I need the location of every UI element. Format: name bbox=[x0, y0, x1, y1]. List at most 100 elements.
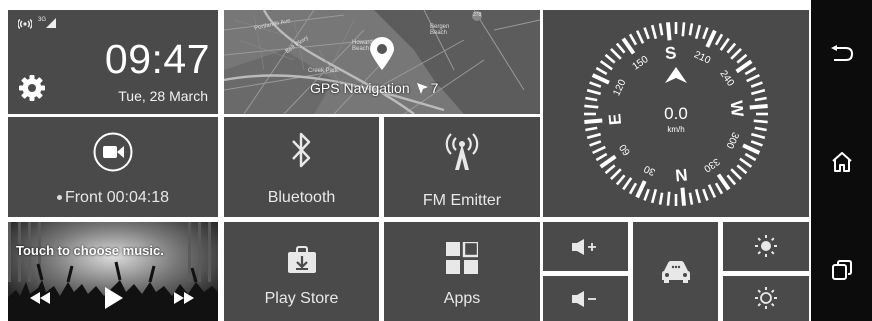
compass-tick bbox=[666, 191, 671, 206]
video-camera-icon bbox=[93, 132, 133, 172]
compass-tick bbox=[702, 188, 709, 201]
back-button[interactable] bbox=[811, 34, 872, 74]
volume-up-icon bbox=[572, 239, 596, 255]
previous-track-icon[interactable] bbox=[30, 292, 50, 304]
compass-tick bbox=[744, 152, 757, 162]
dash-camera-tile[interactable]: Front 00:04:18 bbox=[8, 117, 218, 217]
camera-status-label: Front 00:04:18 bbox=[64, 189, 170, 206]
map-label: 278 bbox=[473, 12, 482, 18]
map-label: Creek Park bbox=[308, 68, 339, 74]
vehicle-button[interactable] bbox=[633, 222, 718, 321]
fm-emitter-tile[interactable]: FM Emitter bbox=[384, 117, 540, 217]
camera-label-row: Front 00:04:18 bbox=[8, 189, 218, 207]
compass-cardinal-label: S bbox=[664, 43, 677, 63]
next-track-icon[interactable] bbox=[174, 292, 194, 304]
gps-label-row: GPS Navigation 7 bbox=[310, 80, 438, 96]
back-arrow-icon bbox=[830, 45, 853, 61]
compass-tick bbox=[650, 24, 658, 39]
compass-tick bbox=[730, 168, 742, 180]
volume-up-button[interactable] bbox=[543, 222, 628, 271]
compass-tick bbox=[702, 27, 709, 40]
compass-tick bbox=[665, 22, 672, 41]
compass-tick bbox=[592, 145, 606, 155]
settings-gear-icon[interactable] bbox=[18, 74, 46, 102]
play-icon[interactable] bbox=[105, 287, 123, 309]
brightness-up-button[interactable] bbox=[723, 222, 809, 271]
clock-time: 09:47 bbox=[104, 36, 210, 82]
compass-tick bbox=[730, 48, 742, 60]
compass-tick bbox=[586, 132, 601, 140]
compass-tick bbox=[604, 164, 616, 175]
apps-label: Apps bbox=[443, 290, 481, 307]
compass-tick bbox=[589, 81, 602, 88]
compass-tick bbox=[680, 187, 687, 206]
compass-tick bbox=[586, 88, 601, 96]
compass-tick bbox=[622, 177, 633, 191]
signal-status: 3G bbox=[18, 17, 57, 29]
compass-degree-label: 210 bbox=[692, 49, 712, 66]
compass-tick bbox=[589, 140, 602, 147]
volume-down-button[interactable] bbox=[543, 276, 628, 321]
clock-tile[interactable]: 3G 09:47 Tue, 28 March bbox=[8, 10, 218, 114]
compass-tick bbox=[714, 182, 724, 195]
compass-tick bbox=[688, 23, 694, 36]
compass-degree-label: 330 bbox=[701, 155, 721, 174]
speed-value: 0.0 bbox=[664, 104, 688, 123]
compass-tick bbox=[714, 33, 724, 46]
compass-tick bbox=[650, 189, 658, 204]
brightness-low-icon bbox=[755, 287, 777, 309]
compass-tick bbox=[615, 42, 626, 54]
compass-tick bbox=[705, 29, 717, 48]
bluetooth-tile[interactable]: Bluetooth bbox=[224, 117, 379, 217]
compass-tick bbox=[694, 189, 702, 204]
compass-tick bbox=[610, 48, 622, 60]
compass-tick bbox=[742, 143, 761, 155]
compass-tick bbox=[751, 132, 766, 140]
home-button[interactable] bbox=[811, 142, 872, 182]
play-store-tile[interactable]: Play Store bbox=[224, 222, 379, 321]
gps-navigation-tile[interactable]: Portlands Ave Howard Beach Bergen Beach … bbox=[224, 10, 540, 114]
music-player-tile[interactable]: Touch to choose music. bbox=[8, 222, 218, 321]
compass-tick bbox=[585, 96, 598, 102]
compass-tick bbox=[726, 42, 737, 54]
navigation-arrow-icon bbox=[416, 82, 428, 94]
compass-tick bbox=[751, 88, 766, 96]
compass-tick bbox=[707, 184, 717, 198]
location-pin-icon bbox=[370, 37, 394, 70]
compass-tick bbox=[750, 81, 763, 88]
compass-tick bbox=[643, 27, 650, 40]
signal-type: 3G bbox=[38, 17, 47, 23]
speed-unit: km/h bbox=[667, 125, 685, 134]
compass-speedometer-tile[interactable]: 210 240 300 330 30 60 120 150 S W N E 0.0 km/h bbox=[543, 10, 809, 217]
brightness-high-icon bbox=[755, 235, 777, 257]
hotspot-icon bbox=[18, 19, 32, 29]
bluetooth-label: Bluetooth bbox=[267, 189, 336, 206]
fm-emitter-label: FM Emitter bbox=[422, 192, 502, 209]
compass-tick bbox=[595, 152, 608, 162]
compass-cardinal-label: N bbox=[674, 165, 688, 185]
compass-degree-label: 240 bbox=[717, 69, 736, 89]
heading-arrow-icon bbox=[665, 67, 687, 83]
compass-tick bbox=[719, 37, 730, 51]
compass-tick bbox=[628, 33, 638, 46]
compass-tick bbox=[643, 188, 650, 201]
compass-tick bbox=[595, 66, 608, 76]
compass-tick bbox=[688, 192, 694, 205]
gps-navigation-label: GPS Navigation bbox=[310, 80, 410, 96]
compass-tick bbox=[658, 23, 664, 36]
recent-apps-button[interactable] bbox=[811, 250, 872, 290]
brightness-down-button[interactable] bbox=[723, 276, 809, 321]
signal-strength-icon bbox=[46, 18, 57, 28]
compass-tick bbox=[658, 192, 664, 205]
map-label: Bergen Beach bbox=[430, 24, 450, 36]
compass-tick bbox=[599, 60, 613, 71]
apps-tile[interactable]: Apps bbox=[384, 222, 540, 321]
navigation-rail bbox=[811, 0, 872, 321]
recording-dot bbox=[56, 195, 62, 201]
compass-tick bbox=[736, 53, 748, 64]
apps-grid-icon bbox=[446, 242, 478, 274]
compass-tick bbox=[726, 174, 737, 186]
compass-tick bbox=[736, 164, 748, 175]
play-store-label: Play Store bbox=[264, 290, 339, 307]
compass-tick bbox=[615, 174, 626, 186]
